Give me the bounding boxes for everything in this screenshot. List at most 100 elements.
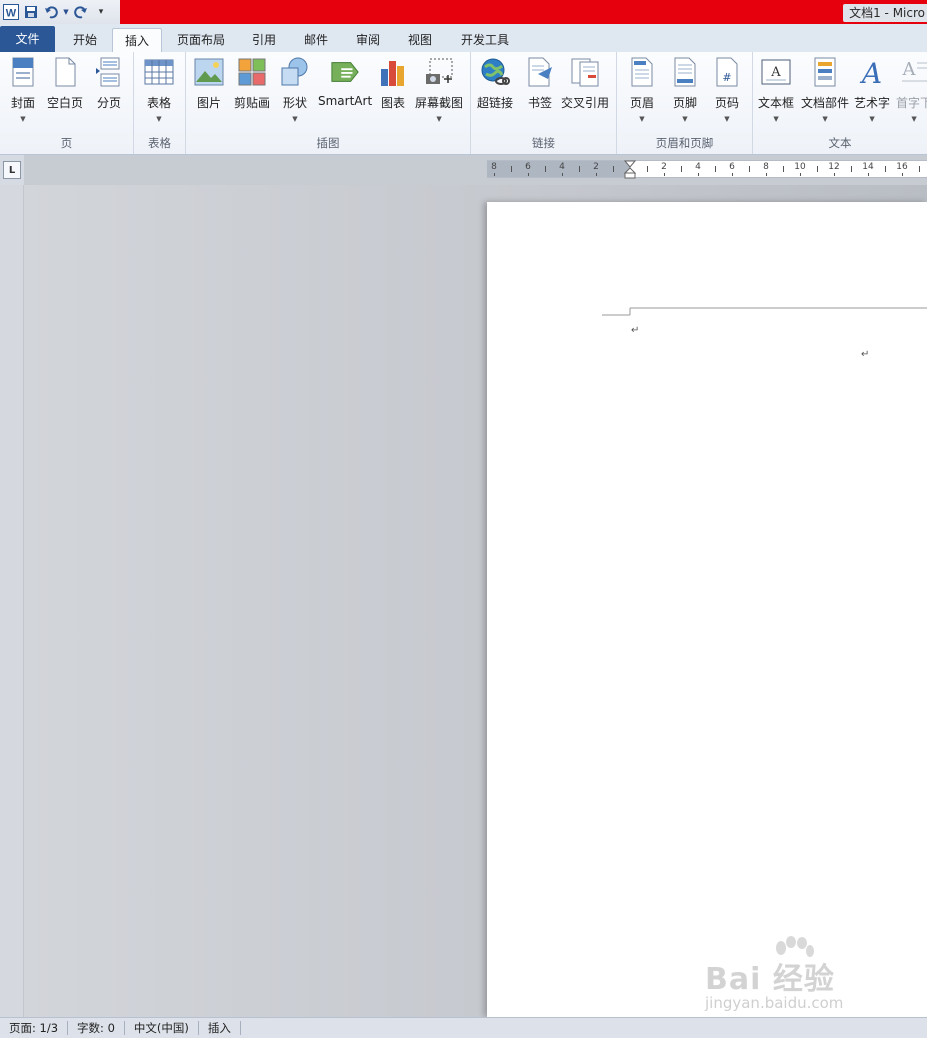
svg-text:A: A: [902, 59, 917, 80]
clip-art-button[interactable]: 剪贴画: [234, 56, 270, 111]
header-footer-group-label: 页眉和页脚: [655, 136, 714, 150]
indent-marker-icon[interactable]: [624, 160, 636, 179]
ruler-tick-mark: [698, 173, 699, 176]
tab-references[interactable]: 引用: [242, 28, 286, 52]
cover-page-icon: [8, 56, 38, 88]
horizontal-ruler[interactable]: 8 6 4 2 2 4 6 8 10 12 14 16: [487, 160, 927, 179]
customize-qat-icon[interactable]: ▾: [92, 3, 110, 21]
redo-icon[interactable]: [72, 3, 90, 21]
screenshot-button[interactable]: 屏幕截图 ▼: [415, 56, 463, 123]
chart-icon: [378, 56, 408, 88]
chart-button[interactable]: 图表: [378, 56, 408, 111]
illustrations-group-label: 插图: [316, 136, 340, 150]
wordart-icon: A: [857, 56, 887, 88]
quick-parts-button[interactable]: 文档部件 ▼: [801, 56, 849, 123]
screenshot-icon: [424, 56, 454, 88]
ruler-tick-mark: [919, 166, 920, 172]
table-button[interactable]: 表格 ▼: [144, 56, 174, 123]
blank-page-button[interactable]: 空白页: [47, 56, 83, 111]
document-page[interactable]: ↵ ↵: [487, 202, 927, 1017]
ruler-tick-label: 16: [896, 162, 908, 172]
ruler-tick-mark: [766, 173, 767, 176]
cover-page-button[interactable]: 封面 ▼: [8, 56, 38, 123]
svg-text:#: #: [722, 71, 731, 84]
tab-view[interactable]: 视图: [398, 28, 442, 52]
page-number-button[interactable]: # 页码 ▼: [712, 56, 742, 123]
chevron-down-icon: ▼: [156, 115, 162, 123]
picture-button[interactable]: 图片: [194, 56, 224, 111]
ruler-tick-mark: [902, 173, 903, 176]
page-break-button[interactable]: 分页: [94, 56, 124, 111]
cross-reference-button[interactable]: 交叉引用: [561, 56, 609, 111]
blank-page-icon: [50, 56, 80, 88]
save-icon[interactable]: [22, 3, 40, 21]
tables-group-label: 表格: [148, 136, 171, 150]
wordart-button[interactable]: A 艺术字 ▼: [854, 56, 890, 123]
clip-art-icon: [237, 56, 267, 88]
quick-parts-icon: [810, 56, 840, 88]
ruler-tick-label: 6: [729, 162, 735, 172]
links-group-label: 链接: [532, 136, 555, 150]
tab-mailings[interactable]: 邮件: [294, 28, 338, 52]
footer-icon: [670, 56, 700, 88]
bookmark-button[interactable]: 书签: [525, 56, 555, 111]
picture-icon: [194, 56, 224, 88]
watermark-logo-text: Bai 经验: [705, 962, 835, 997]
ruler-tick-mark: [613, 166, 614, 172]
tab-stop-selector-icon[interactable]: L: [3, 161, 21, 179]
ruler-tick-label: 8: [763, 162, 769, 172]
bookmark-icon: [525, 56, 555, 88]
ruler-tick-mark: [664, 173, 665, 176]
status-language[interactable]: 中文(中国): [125, 1021, 199, 1035]
ruler-tick-mark: [596, 173, 597, 176]
ruler-tick-mark: [868, 173, 869, 176]
tab-page-layout[interactable]: 页面布局: [167, 28, 235, 52]
ruler-tick-label: 8: [491, 162, 497, 172]
word-app-icon[interactable]: W: [2, 3, 20, 21]
drop-cap-button[interactable]: A 首字下 ▼: [896, 56, 927, 123]
text-box-button[interactable]: A 文本框 ▼: [758, 56, 794, 123]
ruler-tick-mark: [783, 166, 784, 172]
footer-button[interactable]: 页脚 ▼: [670, 56, 700, 123]
tab-developer[interactable]: 开发工具: [450, 28, 520, 52]
tab-file[interactable]: 文件: [0, 26, 55, 52]
chevron-down-icon: ▼: [436, 115, 442, 123]
ruler-tick-mark: [817, 166, 818, 172]
tab-review[interactable]: 审阅: [346, 28, 390, 52]
tab-home[interactable]: 开始: [60, 28, 110, 52]
ribbon-insert: 封面 ▼ 空白页 分页 页 表格 ▼ 表格 图片 剪贴画 形状 ▼ SmartA…: [0, 52, 927, 155]
page-number-icon: #: [712, 56, 742, 88]
watermark-url: jingyan.baidu.com: [705, 994, 844, 1012]
shapes-button[interactable]: 形状 ▼: [280, 56, 310, 123]
tab-insert[interactable]: 插入: [112, 28, 162, 54]
table-icon: [144, 56, 174, 88]
ruler-tick-mark: [732, 173, 733, 176]
text-box-icon: A: [761, 56, 791, 88]
ruler-tick-mark: [715, 166, 716, 172]
smartart-button[interactable]: SmartArt: [318, 56, 372, 108]
ruler-tick-label: 6: [525, 162, 531, 172]
chevron-down-icon: ▼: [911, 115, 917, 123]
ruler-tick-mark: [834, 173, 835, 176]
ruler-tick-mark: [511, 166, 512, 172]
chevron-down-icon: ▼: [292, 115, 298, 123]
ruler-tick-mark: [528, 173, 529, 176]
ruler-tick-mark: [885, 166, 886, 172]
chevron-down-icon: ▼: [682, 115, 688, 123]
ruler-tick-mark: [851, 166, 852, 172]
title-highlight-bar: [120, 0, 927, 24]
ruler-tick-label: 12: [828, 162, 840, 172]
vertical-ruler: [0, 185, 24, 1017]
hyperlink-button[interactable]: 超链接: [477, 56, 513, 111]
undo-dropdown-icon[interactable]: ▼: [62, 3, 70, 21]
illustrations-group: 图片 剪贴画 形状 ▼ SmartArt 图表 屏幕截图 ▼ 插图: [186, 52, 471, 154]
shapes-icon: [280, 56, 310, 88]
hyperlink-globe-icon: [480, 56, 510, 88]
status-insert-mode[interactable]: 插入: [199, 1021, 241, 1035]
status-word-count[interactable]: 字数: 0: [68, 1021, 125, 1035]
status-page-count[interactable]: 页面: 1/3: [0, 1021, 69, 1035]
page-break-icon: [94, 56, 124, 88]
ruler-tick-mark: [800, 173, 801, 176]
undo-icon[interactable]: [42, 3, 60, 21]
header-button[interactable]: 页眉 ▼: [627, 56, 657, 123]
